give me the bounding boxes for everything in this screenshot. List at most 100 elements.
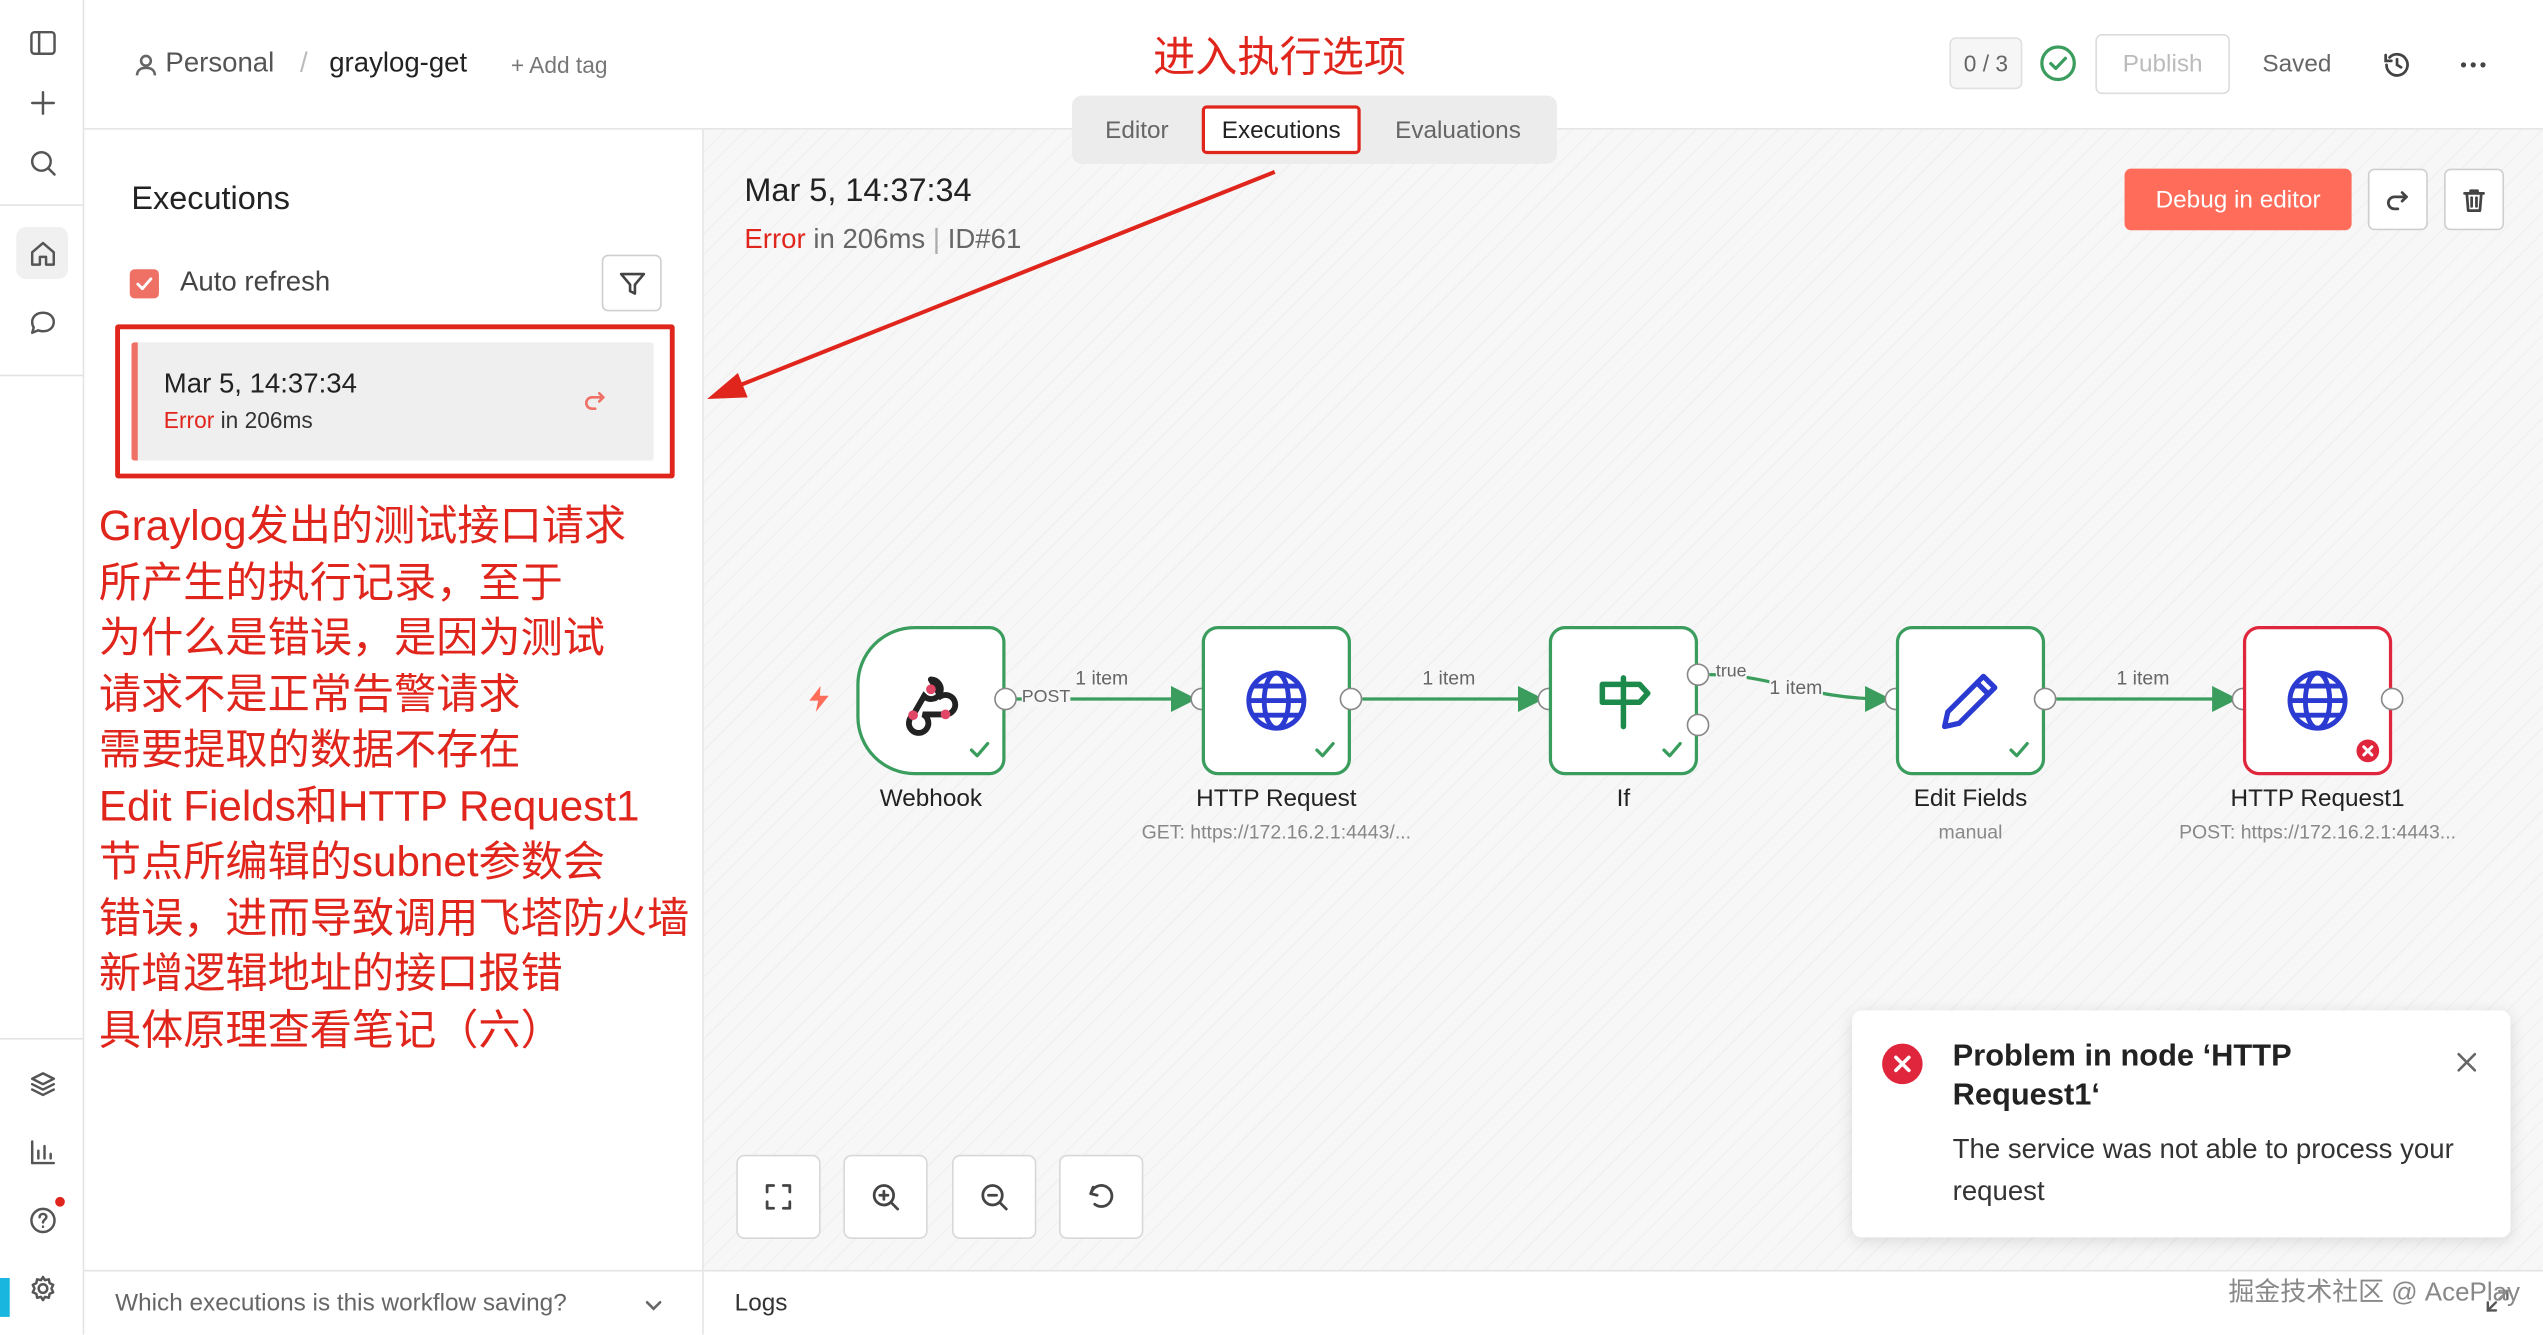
node-label: Edit Fields	[1913, 784, 2028, 813]
rail-accent-bar	[0, 1277, 10, 1317]
sidebar-toggle-icon	[29, 30, 55, 55]
toggle-sidebar-button[interactable]	[16, 16, 68, 68]
node-http-request[interactable]	[1201, 626, 1351, 776]
output-port[interactable]	[2033, 687, 2057, 711]
execution-item-status: Error	[163, 407, 215, 434]
executions-sidebar: Executions Auto refresh Mar 5, 14:37:34 …	[84, 129, 704, 1335]
create-button[interactable]	[16, 76, 68, 128]
filter-button[interactable]	[601, 254, 662, 312]
edge-label: 1 item	[1422, 666, 1476, 690]
add-tag-button[interactable]: + Add tag	[511, 52, 608, 78]
toast-title: Problem in node ‘HTTP Request1‘	[1952, 1039, 2292, 1113]
rail-divider	[0, 374, 85, 377]
execution-item-duration: in 206ms	[214, 407, 313, 434]
output-port[interactable]	[1339, 687, 1363, 711]
layers-icon	[30, 1071, 55, 1096]
output-port[interactable]	[994, 687, 1017, 711]
breadcrumb-separator: /	[300, 47, 308, 78]
rail-divider	[0, 204, 85, 206]
node-subtitle: GET: https://172.16.2.1:4443/...	[1141, 820, 1412, 844]
annotation-note: Graylog发出的测试接口请求 所产生的执行记录，至于 为什么是错误，是因为测…	[98, 501, 690, 1054]
user-icon	[135, 54, 157, 76]
node-edit-fields[interactable]	[1895, 626, 2046, 776]
toast-message: The service was not able to process your…	[1952, 1133, 2454, 1207]
tab-evaluations[interactable]: Evaluations	[1374, 105, 1543, 154]
pencil-icon	[1941, 673, 1998, 730]
globe-icon	[1246, 670, 1307, 731]
success-check-icon	[969, 741, 990, 758]
zoom-out-icon	[981, 1184, 1008, 1211]
annotation-tab-hint: 进入执行选项	[1153, 32, 1407, 82]
checkmark-icon	[136, 277, 153, 291]
search-icon	[30, 150, 55, 175]
node-webhook[interactable]	[856, 626, 1006, 776]
home-icon	[30, 240, 55, 266]
notification-dot	[55, 1196, 65, 1207]
zoom-in-icon	[872, 1184, 900, 1211]
reset-zoom-button[interactable]	[1059, 1154, 1144, 1240]
node-label: HTTP Request1	[2230, 784, 2405, 813]
zoom-out-button[interactable]	[951, 1154, 1037, 1240]
execution-item-status-line: Error in 206ms	[164, 407, 313, 433]
signpost-icon	[1599, 675, 1651, 730]
workflow-canvas[interactable]: Mar 5, 14:37:34 Error in 206ms | ID#61 D…	[703, 129, 2543, 1270]
counter-badge: 0 / 3	[1949, 37, 2023, 90]
help-button[interactable]	[16, 1194, 68, 1246]
more-options-icon[interactable]	[2457, 49, 2489, 81]
execution-list-item[interactable]: Mar 5, 14:37:34 Error in 206ms	[131, 342, 654, 461]
help-icon	[29, 1206, 55, 1233]
globe-icon	[2287, 670, 2348, 731]
webhook-icon	[906, 676, 959, 736]
home-button[interactable]	[16, 227, 69, 279]
chevron-down-icon[interactable]	[641, 1293, 667, 1319]
node-http-request1[interactable]	[2242, 626, 2393, 776]
output-port[interactable]	[2380, 687, 2404, 711]
node-subtitle: manual	[1938, 820, 2003, 844]
gear-icon	[30, 1274, 54, 1301]
sidebar-footer-divider	[84, 1269, 703, 1272]
success-check-icon	[1662, 741, 1682, 758]
retry-icon[interactable]	[582, 388, 608, 414]
success-check-icon	[1315, 741, 1335, 758]
insights-button[interactable]	[16, 1126, 68, 1178]
breadcrumb-project[interactable]: Personal	[165, 47, 274, 79]
zoom-in-button[interactable]	[843, 1154, 928, 1240]
edge-port-label: POST	[1021, 687, 1071, 708]
chat-button[interactable]	[16, 297, 68, 349]
tab-executions[interactable]: Executions	[1201, 105, 1361, 155]
settings-button[interactable]	[16, 1262, 68, 1314]
fit-view-button[interactable]	[736, 1154, 821, 1240]
search-button[interactable]	[16, 136, 68, 188]
templates-button[interactable]	[16, 1057, 68, 1109]
plus-icon	[30, 90, 55, 115]
edge-label: 1 item	[1075, 666, 1129, 690]
auto-refresh-label: Auto refresh	[180, 265, 331, 297]
left-rail	[0, 0, 85, 1335]
auto-refresh-checkbox[interactable]	[129, 269, 159, 299]
error-circle-icon	[1882, 1043, 1923, 1085]
sidebar-title: Executions	[131, 181, 291, 218]
edge-label: 1 item	[2116, 666, 2170, 690]
undo-icon	[1089, 1184, 1114, 1208]
history-icon[interactable]	[2381, 49, 2413, 81]
rail-divider	[0, 1037, 85, 1040]
error-icon	[2356, 739, 2380, 763]
node-label: HTTP Request	[1196, 784, 1357, 813]
close-icon[interactable]	[2454, 1049, 2480, 1075]
publish-button[interactable]: Publish	[2095, 34, 2230, 95]
saving-settings-question[interactable]: Which executions is this workflow saving…	[115, 1289, 567, 1317]
logs-label: Logs	[734, 1289, 788, 1317]
view-tabs: Editor Executions Evaluations	[1072, 95, 1557, 164]
bar-chart-icon	[30, 1139, 55, 1164]
node-label: Webhook	[879, 784, 983, 813]
output-port-false[interactable]	[1686, 713, 1710, 737]
check-circle-icon	[2040, 45, 2076, 82]
chat-icon	[30, 310, 55, 334]
node-if[interactable]	[1548, 626, 1699, 776]
tab-editor[interactable]: Editor	[1082, 105, 1192, 154]
output-port-true[interactable]	[1686, 663, 1710, 687]
success-check-icon	[2009, 741, 2029, 758]
node-label: If	[1616, 784, 1631, 813]
workflow-name[interactable]: graylog-get	[329, 47, 467, 79]
filter-icon	[619, 271, 645, 295]
